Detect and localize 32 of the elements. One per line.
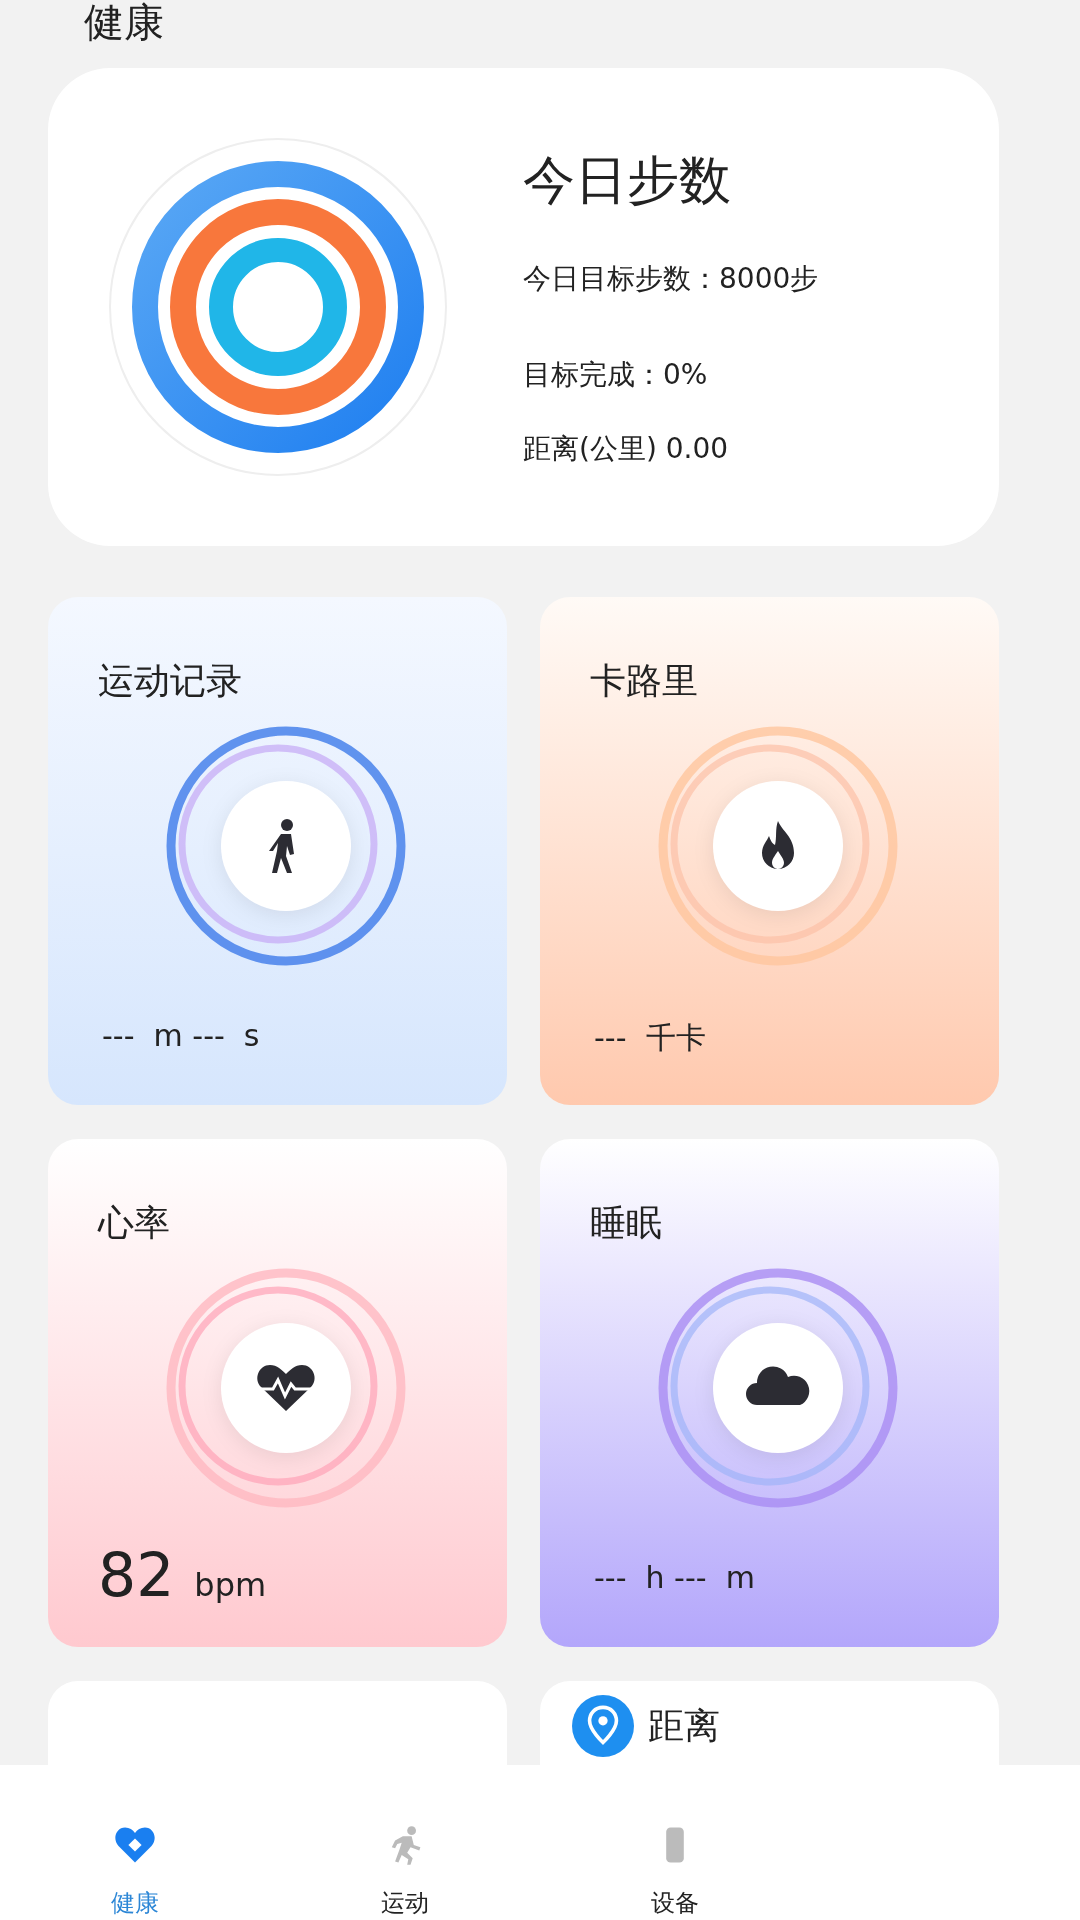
nav-label: 运动: [381, 1888, 429, 1919]
nav-tab[interactable]: 健康: [0, 1765, 270, 1920]
goal-text: 今日目标步数：8000步: [523, 261, 819, 297]
walking-person-icon: [221, 781, 351, 911]
distance-text: 距离(公里) 0.00: [523, 431, 730, 467]
completion-text: 目标完成：0%: [523, 357, 709, 393]
page-title: 健康: [84, 0, 165, 44]
tile-title: 距离: [648, 1703, 720, 1748]
steps-title: 今日步数: [523, 149, 732, 212]
tile-title: 睡眠: [590, 1201, 663, 1245]
metric-value: --- h --- m: [594, 1560, 755, 1595]
tile-title: 心率: [98, 1201, 171, 1245]
metric-value: --- m --- s: [102, 1018, 260, 1053]
metric-card[interactable]: 心率 82 bpm: [48, 1139, 507, 1647]
cloud-icon: [713, 1323, 843, 1453]
nav-label: 设备: [651, 1888, 699, 1919]
location-pin-icon: [572, 1695, 634, 1757]
metric-value: --- 千卡: [594, 1019, 706, 1057]
metric-card[interactable]: 距离: [540, 1681, 999, 1765]
metric-unit: bpm: [194, 1566, 267, 1604]
heartbeat-icon: [221, 1323, 351, 1453]
nav-tab[interactable]: 设备: [540, 1765, 810, 1920]
metric-value: 82: [98, 1540, 175, 1610]
flame-icon: [713, 781, 843, 911]
nav-tab[interactable]: 运动: [270, 1765, 540, 1920]
nav-label: 健康: [111, 1888, 159, 1919]
tile-title: 运动记录: [98, 659, 243, 703]
target-rings-icon: [108, 137, 448, 477]
tile-title: 卡路里: [590, 659, 699, 703]
metric-card[interactable]: 睡眠 --- h --- m: [540, 1139, 999, 1647]
metric-card[interactable]: 运动记录 --- m --- s: [48, 597, 507, 1105]
metric-card[interactable]: 卡路里 --- 千卡: [540, 597, 999, 1105]
